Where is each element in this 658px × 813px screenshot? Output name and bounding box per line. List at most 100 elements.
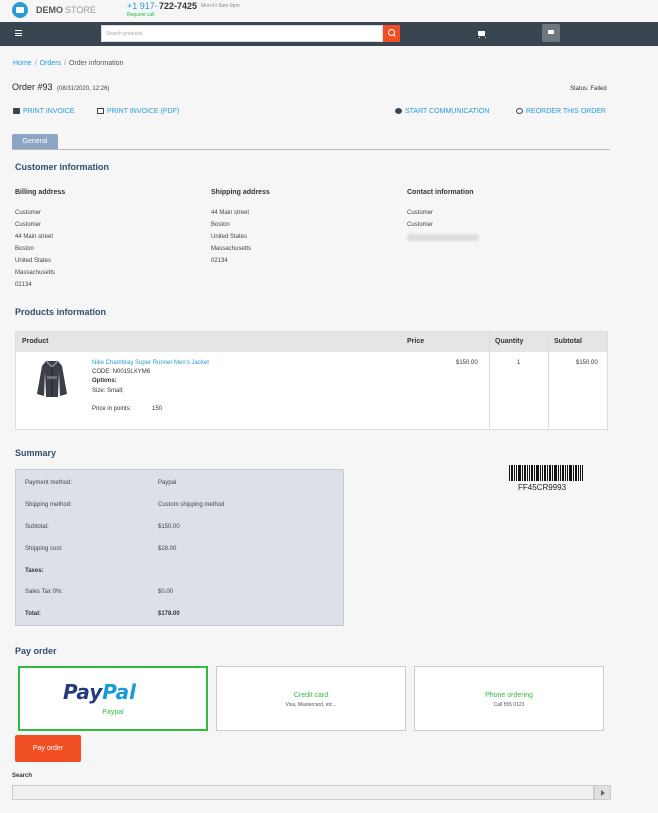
search-icon[interactable] (383, 25, 400, 42)
price-in-points-label: Price in points: (92, 406, 132, 412)
phone-ordering-description: Call 555 0123 (493, 702, 525, 708)
summary-label: Total: (25, 611, 41, 617)
play-icon[interactable] (594, 785, 611, 800)
phone-number: 722-7425 (159, 1, 198, 11)
top-bar (0, 0, 658, 22)
payment-option-credit-card[interactable]: Credit card Visa, Mastercard, etc... (216, 666, 406, 731)
credit-card-description: Visa, Mastercard, etc... (285, 702, 337, 708)
print-invoice-pdf-link[interactable]: PRINT INVOICE (PDF) (97, 108, 179, 115)
product-subtotal: $150.00 (576, 360, 598, 366)
paypal-logo-pay: Pay (63, 680, 103, 704)
page-title: Order #93 (08/31/2020, 12:26) (12, 82, 109, 92)
print-invoice-label: PRINT INVOICE (23, 108, 75, 115)
summary-value: Paypal (158, 480, 177, 486)
address-line: Customer (15, 210, 42, 216)
product-thumbnail[interactable] (36, 358, 68, 398)
address-line: 02134 (15, 282, 32, 288)
request-call-link[interactable]: Request call (127, 12, 155, 18)
contact-information: Contact information Customer Customer (407, 189, 479, 241)
column-divider (489, 332, 490, 429)
address-line: United States (15, 258, 52, 264)
column-header-price: Price (407, 338, 425, 345)
paypal-logo-pal: Pal (102, 680, 137, 704)
search-label: Search (12, 773, 33, 779)
shipping-address: Shipping address 44 Main street Boston U… (211, 189, 270, 267)
payment-option-phone-ordering[interactable]: Phone ordering Call 555 0123 (414, 666, 604, 731)
table-header: Product Price Quantity Subtotal (16, 332, 607, 352)
bottom-search-input[interactable] (12, 785, 594, 800)
address-line: Massachusetts (211, 246, 252, 252)
product-name-link[interactable]: Nike Chambray Super Runner Men's Jacket (92, 360, 209, 366)
pay-order-button[interactable]: Pay order (15, 735, 81, 762)
tab-divider (12, 149, 610, 150)
logo-store-text[interactable]: STORE (65, 5, 96, 15)
address-line: Massachusetts (15, 270, 56, 276)
product-size: Size: Small; (92, 388, 124, 394)
order-number: Order #93 (12, 82, 53, 92)
store-logo-icon[interactable] (12, 2, 28, 18)
address-line: Boston (211, 222, 230, 228)
customer-info-title: Customer information (15, 162, 110, 172)
working-hours: Mon-Fr 9am-9pm (201, 3, 240, 9)
menu-icon[interactable] (15, 30, 22, 36)
summary-label: Subtotal: (25, 524, 49, 530)
summary-value: $178.00 (158, 611, 180, 617)
breadcrumb-current: Order information (69, 60, 124, 67)
print-invoice-pdf-label: PRINT INVOICE (PDF) (107, 108, 180, 115)
products-table: Product Price Quantity Subtotal Nike Cha… (15, 331, 608, 430)
breadcrumb: Home / Orders / Order information (13, 60, 123, 67)
document-icon (97, 108, 104, 114)
address-line: Customer (15, 222, 42, 228)
logo-demo-text[interactable]: DEMO (36, 5, 63, 15)
column-header-subtotal: Subtotal (554, 338, 582, 345)
address-line: 44 Main street (211, 210, 250, 216)
product-options-label: Options: (92, 378, 117, 384)
redacted-email (407, 234, 479, 241)
barcode-text: FF45CR9993 (518, 483, 567, 492)
price-in-points-value: 150 (152, 406, 163, 412)
order-status: Status: Failed (570, 86, 607, 92)
print-invoice-link[interactable]: PRINT INVOICE (13, 108, 75, 115)
search-input[interactable] (101, 25, 383, 42)
breadcrumb-orders[interactable]: Orders (40, 60, 61, 67)
reorder-label: REORDER THIS ORDER (526, 108, 606, 115)
column-header-quantity: Quantity (495, 338, 524, 345)
breadcrumb-separator: / (34, 60, 37, 67)
barcode (509, 465, 583, 481)
order-date: (08/31/2020, 12:26) (57, 86, 110, 92)
product-quantity: 1 (517, 360, 521, 366)
cart-icon[interactable] (478, 31, 486, 38)
summary-value: $150.00 (158, 524, 180, 530)
product-code: CODE: N0015LXYM6 (92, 369, 151, 375)
paypal-logo: PayPal (63, 680, 136, 704)
address-line: 02134 (211, 258, 228, 264)
column-header-product: Product (22, 338, 49, 345)
search-field[interactable] (102, 26, 382, 41)
credit-card-title: Credit card (293, 692, 329, 699)
contact-info-title: Contact information (407, 189, 474, 196)
reorder-link[interactable]: REORDER THIS ORDER (516, 108, 606, 115)
chat-icon (395, 108, 402, 114)
address-line: Boston (15, 246, 34, 252)
contact-line: Customer (407, 222, 434, 228)
tab-general[interactable]: General (12, 134, 58, 150)
cart-button[interactable] (542, 24, 560, 42)
phone-ordering-title: Phone ordering (485, 692, 533, 699)
paypal-label: Paypal (102, 709, 124, 716)
phone-prefix: +1 917- (127, 1, 158, 11)
payment-option-paypal[interactable]: PayPal Paypal (18, 666, 208, 731)
summary-box: Payment method: Paypal Shipping method: … (15, 469, 344, 626)
navbar (0, 22, 658, 46)
products-info-title: Products information (15, 307, 107, 317)
summary-title: Summary (15, 448, 57, 458)
column-divider (548, 332, 549, 429)
summary-label: Shipping method: (25, 502, 72, 508)
shipping-address-title: Shipping address (211, 189, 270, 196)
breadcrumb-home[interactable]: Home (13, 60, 32, 67)
summary-label: Sales Tax 0%: (25, 589, 63, 595)
summary-label: Shipping cost: (25, 546, 63, 552)
product-price: $150.00 (456, 360, 478, 366)
billing-address-title: Billing address (15, 189, 66, 196)
printer-icon (13, 108, 20, 114)
start-communication-link[interactable]: START COMMUNICATION (395, 108, 489, 115)
